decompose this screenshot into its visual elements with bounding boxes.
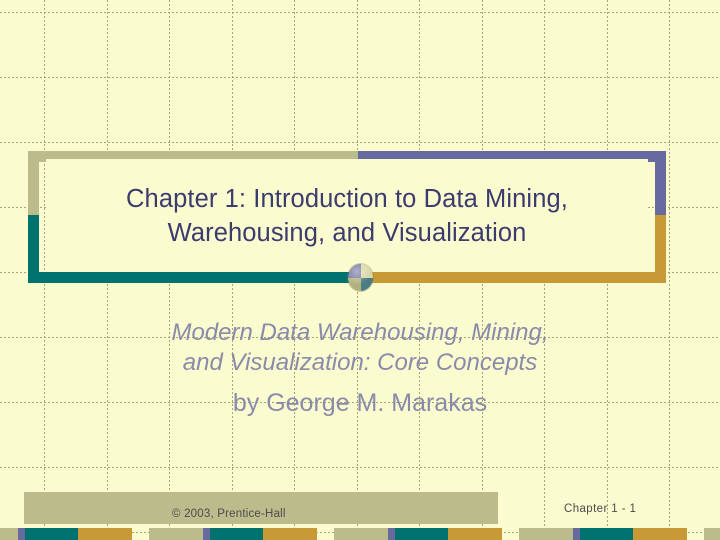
- strip-segment: [0, 528, 18, 540]
- frame-bottom-gold-edge: [360, 272, 666, 283]
- strip-segment: [633, 528, 687, 540]
- slide-title: Chapter 1: Introduction to Data Mining, …: [126, 184, 568, 247]
- frame-right-purple-edge: [655, 151, 666, 215]
- slide-number-text: Chapter 1 - 1: [564, 503, 637, 515]
- grid-line-horizontal: [0, 12, 720, 13]
- slide-canvas: Chapter 1: Introduction to Data Mining, …: [0, 0, 720, 540]
- strip-segment: [704, 528, 720, 540]
- strip-segment: [149, 528, 203, 540]
- frame-bottom-teal-edge: [28, 272, 360, 283]
- strip-segment: [210, 528, 263, 540]
- copyright-text: © 2003, Prentice-Hall: [172, 508, 286, 520]
- strip-segment: [263, 528, 317, 540]
- title-panel: Chapter 1: Introduction to Data Mining, …: [46, 159, 648, 272]
- subtitle-block: Modern Data Warehousing, Mining, and Vis…: [60, 318, 660, 421]
- sphere-gloss: [348, 264, 373, 291]
- strip-segment: [78, 528, 132, 540]
- strip-segment: [334, 528, 388, 540]
- strip-segment: [25, 528, 78, 540]
- sphere-ornament-icon: [348, 264, 373, 291]
- grid-line-horizontal: [0, 77, 720, 78]
- strip-segment: [519, 528, 573, 540]
- title-frame: Chapter 1: Introduction to Data Mining, …: [28, 151, 666, 283]
- bottom-color-strip: [0, 528, 720, 540]
- grid-line-horizontal: [0, 142, 720, 143]
- grid-line-horizontal: [0, 467, 720, 468]
- grid-line-vertical: [669, 0, 670, 540]
- strip-segment: [395, 528, 448, 540]
- strip-segment: [448, 528, 502, 540]
- frame-left-sage-edge: [28, 151, 39, 215]
- strip-segment: [580, 528, 633, 540]
- author-text: by George M. Marakas: [232, 389, 488, 417]
- subtitle-text: Modern Data Warehousing, Mining, and Vis…: [171, 319, 549, 376]
